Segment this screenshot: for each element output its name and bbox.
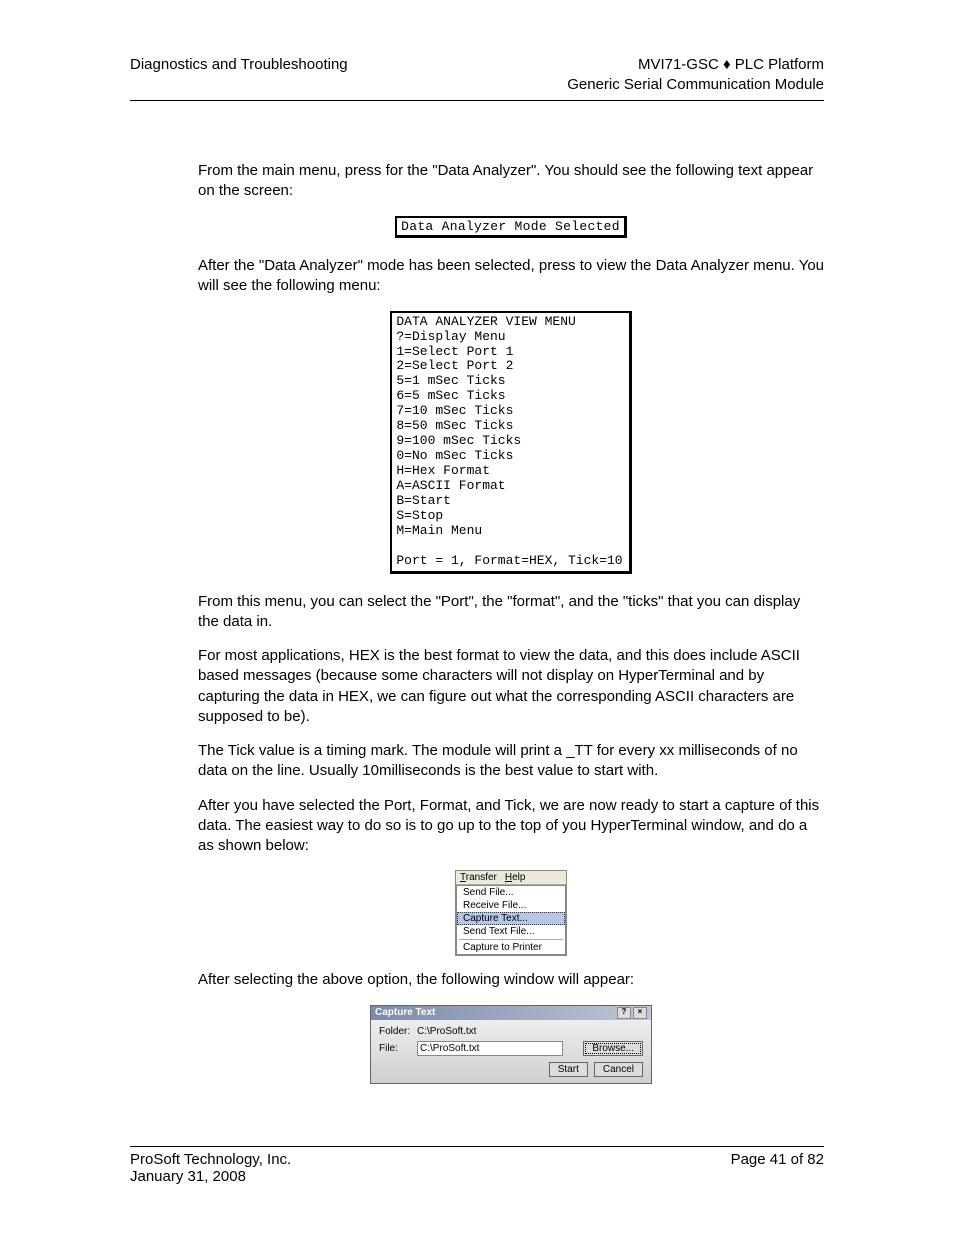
close-icon[interactable]: × <box>633 1007 647 1019</box>
folder-row: Folder: C:\ProSoft.txt <box>379 1026 643 1037</box>
page-body: From the main menu, press for the "Data … <box>130 161 824 1084</box>
file-input[interactable] <box>417 1041 563 1056</box>
menu-line: B=Start <box>396 493 451 508</box>
header-product: MVI71-GSC ♦ PLC Platform <box>567 55 824 75</box>
paragraph-5: The Tick value is a timing mark. The mod… <box>198 741 824 782</box>
menu-line: H=Hex Format <box>396 463 490 478</box>
header-left: Diagnostics and Troubleshooting <box>130 55 348 94</box>
menu-line: ?=Display Menu <box>396 329 505 344</box>
file-label: File: <box>379 1043 411 1054</box>
dialog-title: Capture Text <box>375 1007 435 1018</box>
cancel-button[interactable]: Cancel <box>594 1062 643 1077</box>
menu-item-capture-printer[interactable]: Capture to Printer <box>457 941 565 954</box>
menu-line: M=Main Menu <box>396 523 482 538</box>
paragraph-6: After you have selected the Port, Format… <box>198 796 824 857</box>
capture-dialog: Capture Text ? × Folder: C:\ProSoft.txt … <box>370 1005 652 1084</box>
ht-menubar: Transfer Help <box>456 871 566 885</box>
menu-line: DATA ANALYZER VIEW MENU <box>396 314 575 329</box>
analyzer-menu-wrap: DATA ANALYZER VIEW MENU ?=Display Menu 1… <box>198 311 824 574</box>
terminal-banner-wrap: Data Analyzer Mode Selected <box>198 216 824 239</box>
menu-item-capture-text[interactable]: Capture Text... <box>457 912 565 925</box>
menu-line: 9=100 mSec Ticks <box>396 433 521 448</box>
dialog-body: Folder: C:\ProSoft.txt File: Browse... S… <box>371 1020 651 1083</box>
menu-line: 1=Select Port 1 <box>396 344 513 359</box>
menu-line: 0=No mSec Ticks <box>396 448 513 463</box>
start-button[interactable]: Start <box>549 1062 588 1077</box>
ht-menu: Transfer Help Send File... Receive File.… <box>455 870 567 956</box>
paragraph-2: After the "Data Analyzer" mode has been … <box>198 256 824 297</box>
dialog-actions: Start Cancel <box>379 1062 643 1077</box>
menu-item-send-text-file[interactable]: Send Text File... <box>457 925 565 938</box>
terminal-banner: Data Analyzer Mode Selected <box>395 216 627 239</box>
menu-line: 7=10 mSec Ticks <box>396 403 513 418</box>
paragraph-4: For most applications, HEX is the best f… <box>198 646 824 727</box>
paragraph-1: From the main menu, press for the "Data … <box>198 161 824 202</box>
menu-line: 5=1 mSec Ticks <box>396 373 505 388</box>
menu-item-send-file[interactable]: Send File... <box>457 886 565 899</box>
menu-line: 6=5 mSec Ticks <box>396 388 505 403</box>
paragraph-7: After selecting the above option, the fo… <box>198 970 824 990</box>
page-header: Diagnostics and Troubleshooting MVI71-GS… <box>130 55 824 101</box>
header-subtitle: Generic Serial Communication Module <box>567 75 824 95</box>
capture-dialog-wrap: Capture Text ? × Folder: C:\ProSoft.txt … <box>198 1005 824 1084</box>
menu-line: 2=Select Port 2 <box>396 358 513 373</box>
menu-help[interactable]: Help <box>505 872 526 883</box>
menu-separator <box>459 939 563 940</box>
folder-value: C:\ProSoft.txt <box>417 1026 476 1037</box>
ht-dropdown: Send File... Receive File... Capture Tex… <box>456 885 566 955</box>
folder-label: Folder: <box>379 1026 411 1037</box>
browse-button[interactable]: Browse... <box>583 1041 643 1056</box>
menu-line: A=ASCII Format <box>396 478 505 493</box>
footer-left: ProSoft Technology, Inc. January 31, 200… <box>130 1151 291 1185</box>
analyzer-menu: DATA ANALYZER VIEW MENU ?=Display Menu 1… <box>390 311 631 574</box>
dialog-titlebar: Capture Text ? × <box>371 1006 651 1020</box>
footer-date: January 31, 2008 <box>130 1168 291 1185</box>
document-page: Diagnostics and Troubleshooting MVI71-GS… <box>0 0 954 1235</box>
menu-line: 8=50 mSec Ticks <box>396 418 513 433</box>
page-footer: ProSoft Technology, Inc. January 31, 200… <box>130 1146 824 1185</box>
header-right: MVI71-GSC ♦ PLC Platform Generic Serial … <box>567 55 824 94</box>
menu-transfer[interactable]: Transfer <box>460 872 497 883</box>
menu-line: Port = 1, Format=HEX, Tick=10 <box>396 553 622 568</box>
menu-item-receive-file[interactable]: Receive File... <box>457 899 565 912</box>
footer-page: Page 41 of 82 <box>731 1151 824 1185</box>
menu-line: S=Stop <box>396 508 443 523</box>
file-row: File: Browse... <box>379 1041 643 1056</box>
footer-company: ProSoft Technology, Inc. <box>130 1151 291 1168</box>
ht-menu-wrap: Transfer Help Send File... Receive File.… <box>198 870 824 956</box>
paragraph-3: From this menu, you can select the "Port… <box>198 592 824 633</box>
window-buttons: ? × <box>617 1007 647 1019</box>
help-button-icon[interactable]: ? <box>617 1007 631 1019</box>
